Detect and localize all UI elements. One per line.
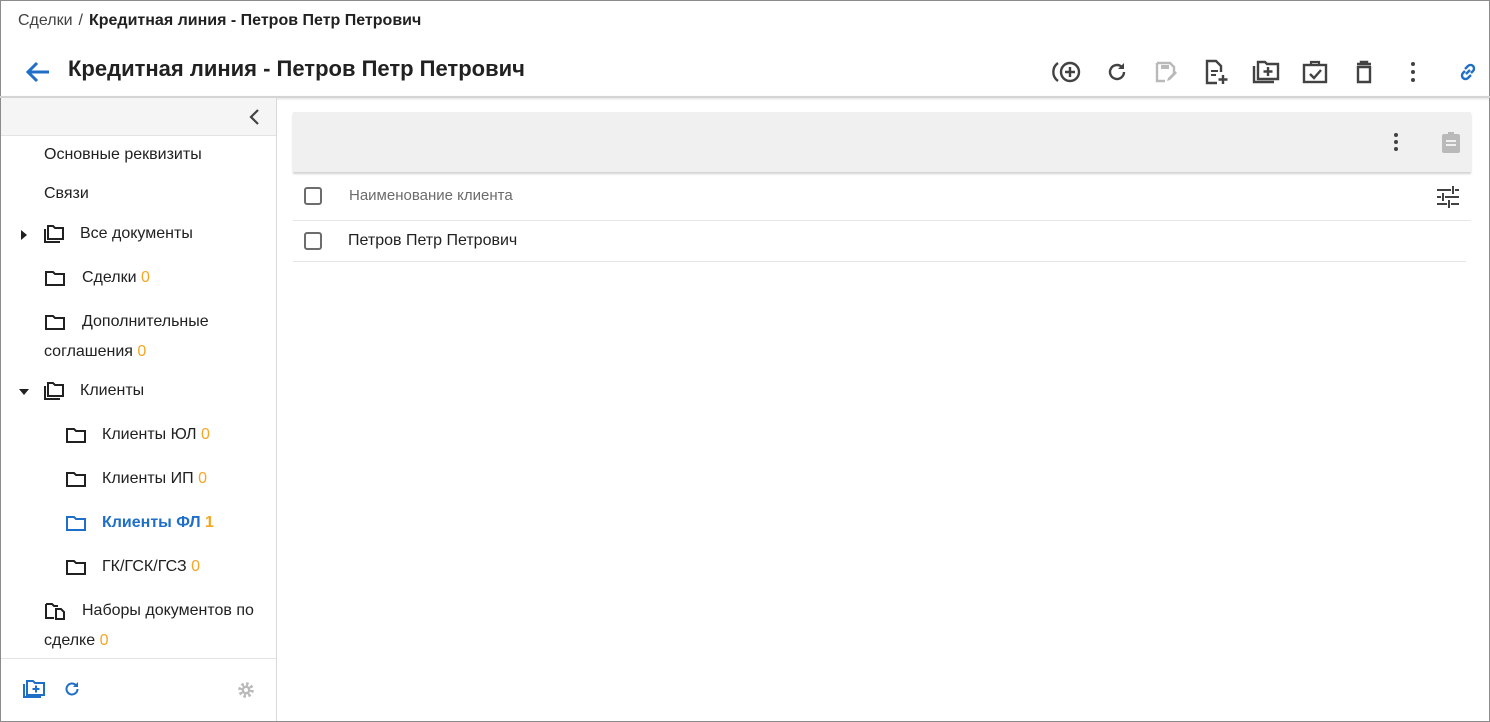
more-vert-icon[interactable] xyxy=(1384,130,1408,154)
page-title: Кредитная линия - Петров Петр Петрович xyxy=(68,56,525,81)
panel-toolbar xyxy=(293,112,1471,172)
sidebar-item-label: Связи xyxy=(44,185,89,202)
column-settings-icon[interactable] xyxy=(1435,184,1461,210)
folder-stack-icon xyxy=(43,382,65,400)
breadcrumb-separator: / xyxy=(78,12,83,29)
folder-icon xyxy=(66,427,88,445)
caret-right-icon[interactable] xyxy=(18,228,30,240)
add-folder-icon[interactable] xyxy=(22,679,46,701)
back-arrow-icon[interactable] xyxy=(22,58,52,86)
table-header: Наименование клиента xyxy=(293,172,1471,221)
count-badge: 0 xyxy=(201,426,210,443)
folder-icon xyxy=(45,270,67,288)
sidebar-item-label: ГК/ГСК/ГСЗ xyxy=(102,558,187,575)
sidebar-item-additional-agreements-line2[interactable]: соглашения 0 xyxy=(44,337,146,367)
edit-save-icon[interactable] xyxy=(1150,56,1182,88)
add-document-icon[interactable] xyxy=(1200,56,1232,88)
table-row[interactable]: Петров Петр Петрович xyxy=(293,221,1466,262)
refresh-icon[interactable] xyxy=(1101,56,1133,88)
sidebar-item-additional-agreements[interactable]: Дополнительные xyxy=(82,307,209,337)
count-badge: 0 xyxy=(137,343,147,360)
sidebar-item-label: Все документы xyxy=(80,225,193,242)
count-badge: 0 xyxy=(140,269,150,286)
column-header-client-name[interactable]: Наименование клиента xyxy=(349,187,513,204)
add-folder-icon[interactable] xyxy=(1250,56,1282,88)
sidebar-item-clients-ip[interactable]: Клиенты ИП 0 xyxy=(102,464,207,494)
sidebar-item-label: Дополнительные xyxy=(82,313,209,330)
count-badge: 1 xyxy=(205,514,214,531)
caret-down-icon[interactable] xyxy=(18,385,30,397)
folder-icon xyxy=(45,314,67,332)
task-check-icon[interactable] xyxy=(1299,56,1331,88)
folder-icon xyxy=(66,515,88,533)
count-badge: 0 xyxy=(99,632,109,649)
clipboard-icon[interactable] xyxy=(1439,130,1463,154)
sidebar-item-label: сделке xyxy=(44,632,96,649)
sidebar-item-label: соглашения xyxy=(44,343,133,360)
sidebar-item-document-sets[interactable]: Наборы документов по xyxy=(82,596,254,626)
cell-client-name: Петров Петр Петрович xyxy=(348,232,518,249)
sidebar-item-clients-fl[interactable]: Клиенты ФЛ 1 xyxy=(102,508,214,538)
refresh-icon[interactable] xyxy=(62,679,86,701)
sidebar-item-clients[interactable]: Клиенты xyxy=(80,376,144,406)
delete-icon[interactable] xyxy=(1348,56,1380,88)
link-icon[interactable] xyxy=(1452,56,1484,88)
chevron-left-icon[interactable] xyxy=(244,106,266,128)
folder-icon xyxy=(66,559,88,577)
document-set-icon xyxy=(45,602,67,620)
folder-stack-icon xyxy=(43,225,65,243)
sidebar-item-label: Наборы документов по xyxy=(82,602,254,619)
sidebar-item-clients-ul[interactable]: Клиенты ЮЛ 0 xyxy=(102,420,210,450)
sidebar-item-all-documents[interactable]: Все документы xyxy=(80,219,193,249)
breadcrumb-current: Кредитная линия - Петров Петр Петрович xyxy=(88,12,422,29)
breadcrumb-root-link[interactable]: Сделки xyxy=(18,12,73,30)
sidebar-item-label: Сделки xyxy=(82,269,137,286)
sidebar-item-document-sets-line2[interactable]: сделке 0 xyxy=(44,626,108,656)
sidebar-header xyxy=(1,98,276,136)
count-badge: 0 xyxy=(191,558,201,575)
sidebar: Основные реквизиты Связи Все документы С… xyxy=(1,98,277,721)
sidebar-item-label: Основные реквизиты xyxy=(44,146,202,163)
folder-icon xyxy=(66,471,88,489)
sidebar-footer xyxy=(1,658,276,721)
more-vert-icon[interactable] xyxy=(1397,56,1429,88)
sidebar-item-main-details[interactable]: Основные реквизиты xyxy=(44,140,202,170)
breadcrumb: Сделки / Кредитная линия - Петров Петр П… xyxy=(18,12,421,30)
select-all-checkbox[interactable] xyxy=(304,187,322,205)
sidebar-item-gk-gsk-gsz[interactable]: ГК/ГСК/ГСЗ 0 xyxy=(102,552,200,582)
sidebar-item-links[interactable]: Связи xyxy=(44,179,89,209)
count-badge: 0 xyxy=(198,470,207,487)
sidebar-item-label: Клиенты xyxy=(80,382,145,399)
gear-icon[interactable] xyxy=(235,679,259,701)
add-circle-icon[interactable] xyxy=(1051,56,1083,88)
title-row: Кредитная линия - Петров Петр Петрович xyxy=(0,50,1490,94)
row-checkbox[interactable] xyxy=(304,232,322,250)
sidebar-item-deals[interactable]: Сделки 0 xyxy=(82,263,150,293)
sidebar-item-label: Клиенты ФЛ xyxy=(102,514,201,531)
sidebar-item-label: Клиенты ЮЛ xyxy=(102,426,197,443)
sidebar-item-label: Клиенты ИП xyxy=(102,470,194,487)
